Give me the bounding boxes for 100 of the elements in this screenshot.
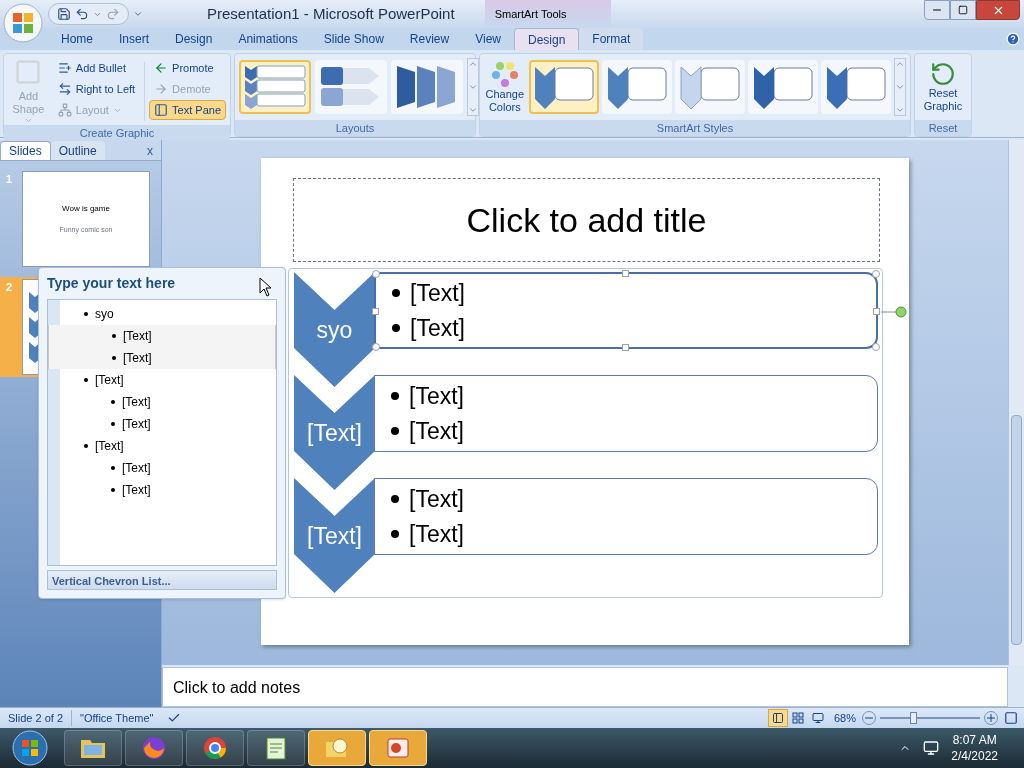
ribbon-button[interactable]: Right to Left bbox=[52, 79, 141, 99]
resize-handle[interactable] bbox=[372, 270, 380, 278]
outline-subitem[interactable]: [Text] bbox=[122, 415, 151, 433]
style-option[interactable] bbox=[528, 60, 599, 114]
bullet-icon bbox=[84, 312, 88, 316]
resize-handle[interactable] bbox=[872, 343, 880, 351]
outline-subitem[interactable]: [Text] bbox=[122, 393, 151, 411]
ribbon-tab[interactable]: Review bbox=[396, 28, 463, 50]
chrome-icon bbox=[202, 735, 228, 761]
customize-icon[interactable] bbox=[133, 9, 143, 19]
ribbon-tab[interactable]: Format bbox=[579, 28, 644, 50]
ribbon-tab[interactable]: View bbox=[462, 28, 514, 50]
title-placeholder[interactable]: Click to add title bbox=[293, 178, 880, 262]
outline-subitem-row[interactable]: [Text] bbox=[48, 457, 276, 479]
undo-icon[interactable] bbox=[75, 7, 89, 21]
ribbon-tab[interactable]: Home bbox=[48, 28, 106, 50]
bullet-icon bbox=[392, 324, 400, 332]
text-pane-title: Type your text here bbox=[47, 274, 176, 293]
text-box[interactable]: [Text] [Text] bbox=[374, 375, 878, 452]
reset-graphic-button[interactable]: Reset Graphic bbox=[918, 61, 968, 113]
bullet-icon bbox=[112, 356, 116, 360]
close-button[interactable]: x bbox=[147, 141, 153, 160]
chevron-shape[interactable] bbox=[294, 478, 375, 593]
ribbon-button[interactable]: Add Bullet bbox=[52, 58, 141, 78]
outline-subitem[interactable]: [Text] bbox=[122, 481, 151, 499]
chevron-shape[interactable] bbox=[294, 375, 375, 490]
outline-subitem-row[interactable]: [Text] bbox=[48, 347, 276, 369]
bullet-text[interactable]: [Text] bbox=[409, 519, 464, 549]
slides-app-icon bbox=[384, 735, 412, 761]
ribbon-tab[interactable]: Design bbox=[513, 28, 580, 50]
start-button[interactable] bbox=[10, 728, 50, 768]
bullet-text[interactable]: [Text] bbox=[410, 313, 465, 343]
outline-item[interactable]: [Text] bbox=[95, 437, 124, 455]
ribbon-tab[interactable]: Insert bbox=[106, 28, 163, 50]
bullet-text[interactable]: [Text] bbox=[409, 381, 464, 411]
notes-field[interactable]: Click to add notes bbox=[162, 667, 1008, 707]
redo-icon[interactable] bbox=[106, 7, 120, 21]
more-icon bbox=[894, 105, 905, 115]
chevron-style-icon bbox=[532, 64, 595, 110]
panel-tab[interactable]: Slides bbox=[0, 141, 51, 160]
chevron-shape[interactable] bbox=[294, 272, 375, 387]
text-box[interactable]: [Text] [Text] bbox=[374, 478, 878, 555]
window-title: Presentation1 - Microsoft PowerPoint bbox=[207, 3, 455, 24]
style-option[interactable] bbox=[601, 60, 672, 114]
style-option[interactable] bbox=[820, 60, 891, 114]
slide-number: 1 bbox=[6, 172, 14, 187]
text-pane-editor[interactable]: syo [Text] [Text] [Text] [Text] [Text] [Text] [Text] [Text] bbox=[47, 299, 277, 566]
zoom-slider[interactable] bbox=[880, 711, 980, 725]
save-icon[interactable] bbox=[57, 7, 71, 21]
bullet-text[interactable]: [Text] bbox=[409, 484, 464, 514]
ribbon-button[interactable]: Promote bbox=[149, 58, 226, 78]
layout-name-link[interactable]: Vertical Chevron List... bbox=[47, 570, 277, 590]
panel-tab[interactable]: Outline bbox=[50, 141, 105, 160]
zoom-thumb[interactable] bbox=[910, 712, 917, 724]
layout-option[interactable] bbox=[315, 60, 387, 114]
outline-item[interactable]: syo bbox=[95, 305, 114, 323]
ribbon-tab[interactable]: Design bbox=[162, 28, 226, 50]
bullet-icon bbox=[391, 495, 399, 503]
vertical-scrollbar[interactable] bbox=[1008, 140, 1024, 665]
bullet-text[interactable]: [Text] bbox=[410, 278, 465, 308]
change-colors-button[interactable]: Change Colors bbox=[484, 60, 526, 114]
resize-handle[interactable] bbox=[622, 344, 629, 351]
ribbon-button[interactable]: Text Pane bbox=[149, 100, 226, 120]
resize-handle[interactable] bbox=[372, 308, 379, 315]
minimize-button[interactable] bbox=[924, 0, 950, 20]
layout-option[interactable] bbox=[239, 60, 311, 114]
resize-handle[interactable] bbox=[622, 270, 629, 277]
help-icon[interactable] bbox=[1006, 32, 1020, 46]
close-button[interactable] bbox=[976, 0, 1020, 20]
ribbon-tab[interactable]: Animations bbox=[225, 28, 311, 50]
clock-time[interactable]: 8:07 AM bbox=[952, 732, 997, 748]
view-button[interactable] bbox=[767, 709, 788, 727]
bullet-icon bbox=[111, 466, 115, 470]
mouse-cursor-icon bbox=[259, 277, 273, 297]
network-icon[interactable] bbox=[923, 740, 940, 756]
resize-handle[interactable] bbox=[872, 270, 880, 278]
outline-subitem[interactable]: [Text] bbox=[123, 327, 152, 345]
bullet-icon bbox=[84, 378, 88, 382]
ribbon-tab[interactable]: Slide Show bbox=[310, 28, 397, 50]
style-option[interactable] bbox=[747, 60, 818, 114]
bullet-text[interactable]: [Text] bbox=[409, 416, 464, 446]
outline-subitem-row[interactable]: [Text] bbox=[48, 413, 276, 435]
outline-subitem-row[interactable]: [Text] bbox=[48, 391, 276, 413]
outline-subitem-row[interactable]: [Text] bbox=[48, 325, 276, 347]
outline-subitem[interactable]: [Text] bbox=[123, 349, 152, 367]
fit-window-icon[interactable] bbox=[1004, 711, 1018, 725]
resize-handle[interactable] bbox=[873, 308, 880, 315]
bullet-icon bbox=[111, 422, 115, 426]
outline-subitem-row[interactable]: [Text] bbox=[48, 479, 276, 501]
restore-button[interactable] bbox=[950, 0, 976, 20]
zoom-in-icon[interactable] bbox=[984, 711, 998, 725]
rotation-handle[interactable] bbox=[881, 306, 907, 318]
restore-icon bbox=[958, 5, 968, 15]
clock-date[interactable]: 2/4/2022 bbox=[951, 748, 998, 764]
taskbar-button[interactable] bbox=[369, 730, 427, 766]
outline-item[interactable]: [Text] bbox=[95, 371, 124, 389]
spelling-check-icon[interactable] bbox=[167, 711, 182, 725]
resize-handle[interactable] bbox=[372, 343, 380, 351]
layout-option[interactable] bbox=[391, 60, 463, 114]
outline-subitem[interactable]: [Text] bbox=[122, 459, 151, 477]
